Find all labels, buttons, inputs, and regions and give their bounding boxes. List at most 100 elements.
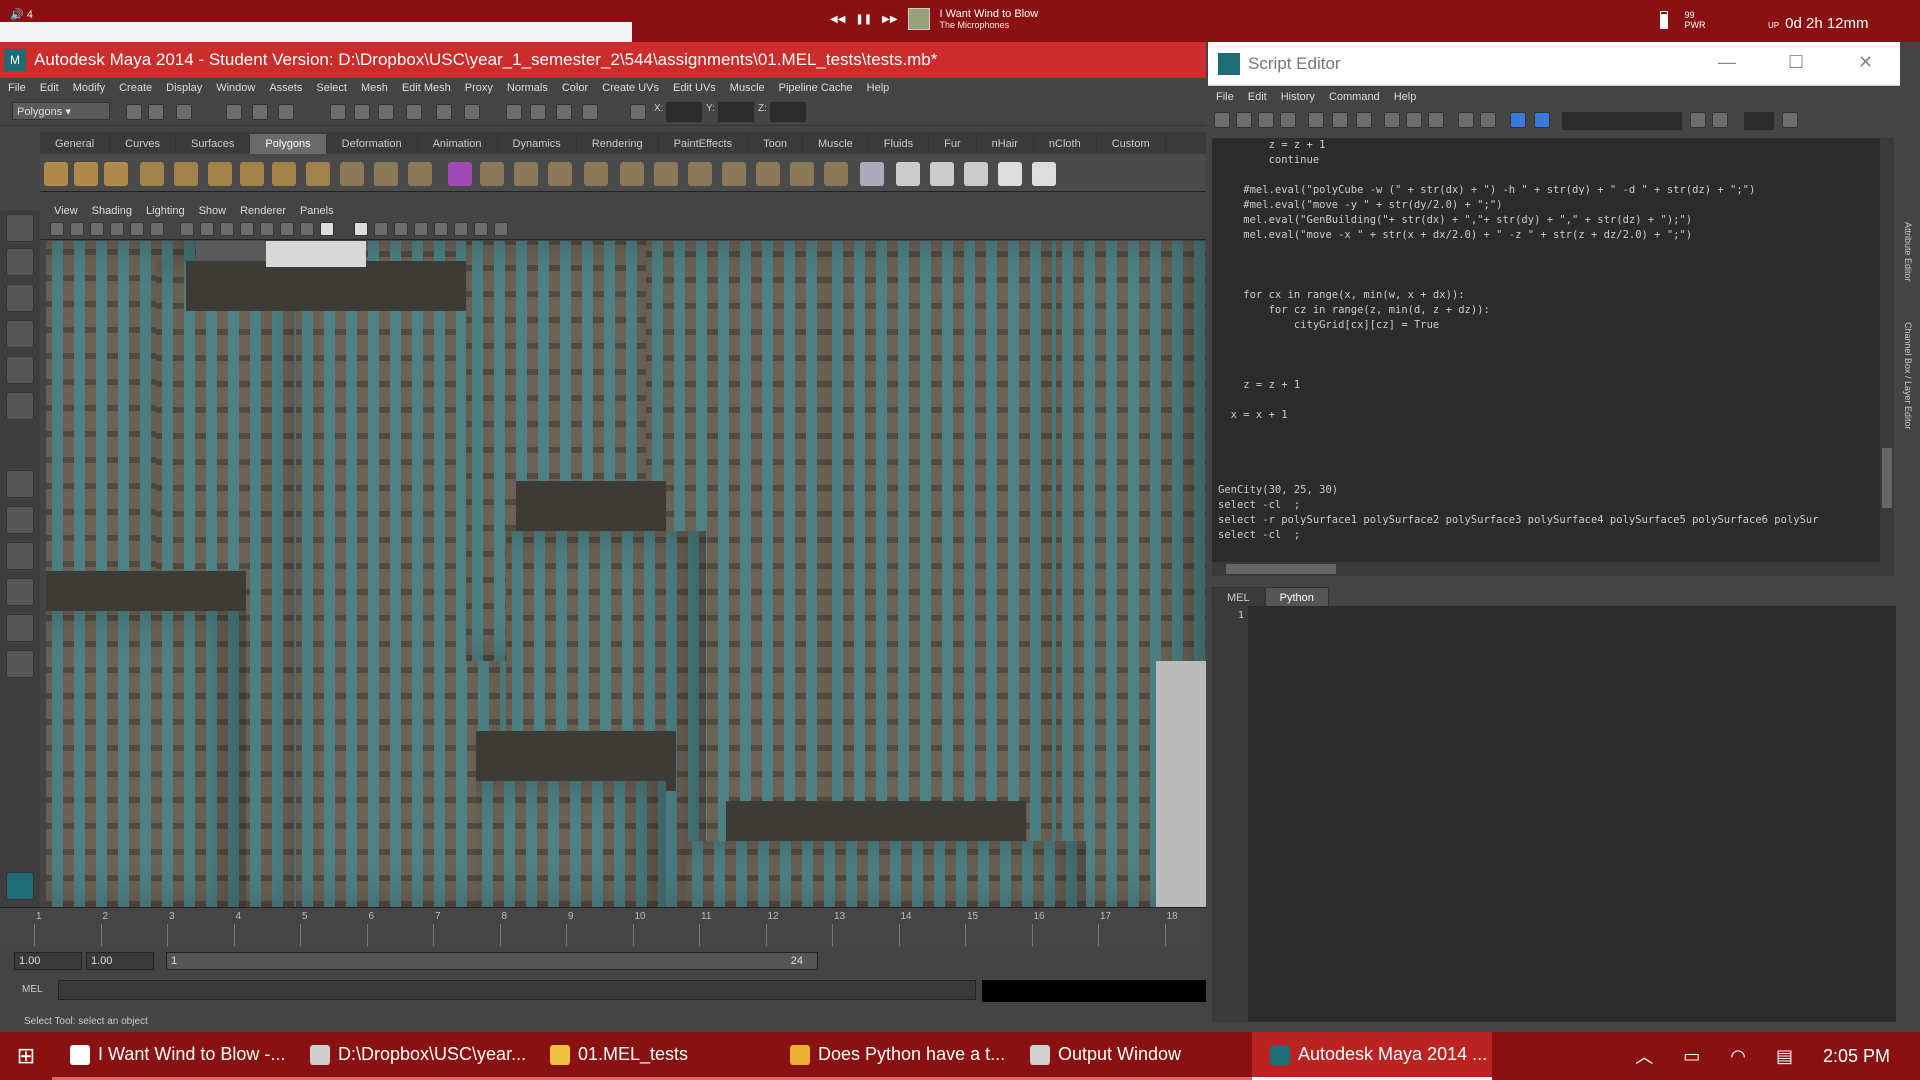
pause-button[interactable]: ❚❚: [855, 14, 872, 25]
clock[interactable]: 2:05 PM: [1823, 1046, 1890, 1067]
menu-item-create[interactable]: Create: [119, 82, 152, 94]
taskbar-item[interactable]: Autodesk Maya 2014 ...: [1252, 1032, 1492, 1080]
viewport-tool-icon[interactable]: [110, 222, 124, 236]
taskbar-item[interactable]: 01.MEL_tests: [532, 1032, 772, 1080]
clear-all-icon[interactable]: [1356, 112, 1372, 128]
taskbar-item[interactable]: D:\Dropbox\USC\year...: [292, 1032, 532, 1080]
layout-single-icon[interactable]: [6, 470, 34, 498]
range-slider-bar[interactable]: 1 24: [166, 952, 818, 970]
open-script-icon[interactable]: [1214, 112, 1230, 128]
select-hierarchy-icon[interactable]: [226, 104, 242, 120]
taskbar-item[interactable]: I Want Wind to Blow -...: [52, 1032, 292, 1080]
render-settings-icon[interactable]: [582, 104, 598, 120]
layout-four-icon[interactable]: [6, 506, 34, 534]
history-horizontal-scrollbar[interactable]: [1212, 562, 1888, 576]
viewport-tool-icon[interactable]: [354, 222, 368, 236]
viewport-tool-icon[interactable]: [240, 222, 254, 236]
shelf-tab-general[interactable]: General: [40, 134, 111, 154]
search-down-icon[interactable]: [1690, 112, 1706, 128]
viewport-menu-shading[interactable]: Shading: [92, 205, 132, 217]
bridge-icon[interactable]: [548, 162, 572, 186]
playback-start-field[interactable]: 1.00: [86, 952, 154, 970]
uv-editor-icon[interactable]: [964, 162, 988, 186]
se-menu-help[interactable]: Help: [1394, 91, 1417, 103]
shelf-tab-muscle[interactable]: Muscle: [803, 134, 869, 154]
collapse-icon[interactable]: [824, 162, 848, 186]
shelf-tab-nhair[interactable]: nHair: [977, 134, 1034, 154]
snap-curve-icon[interactable]: [354, 104, 370, 120]
z-field[interactable]: [770, 102, 806, 122]
start-button[interactable]: ⊞: [0, 1032, 52, 1080]
volume-indicator[interactable]: 🔊 4: [10, 8, 33, 21]
viewport-tool-icon[interactable]: [454, 222, 468, 236]
menu-item-window[interactable]: Window: [216, 82, 255, 94]
viewport-tool-icon[interactable]: [474, 222, 488, 236]
open-scene-icon[interactable]: [148, 104, 164, 120]
viewport-tool-icon[interactable]: [150, 222, 164, 236]
shelf-tab-animation[interactable]: Animation: [418, 134, 498, 154]
append-poly-icon[interactable]: [584, 162, 608, 186]
script-history-output[interactable]: z = z + 1 continue #mel.eval("polyCube -…: [1212, 138, 1888, 562]
shelf-tab-fluids[interactable]: Fluids: [869, 134, 930, 154]
menu-item-assets[interactable]: Assets: [269, 82, 302, 94]
save-to-shelf-icon[interactable]: [1280, 112, 1296, 128]
planar-mapping-icon[interactable]: [860, 162, 884, 186]
insert-edge-loop-icon[interactable]: [688, 162, 712, 186]
smooth-icon[interactable]: [448, 162, 472, 186]
transform-mode-icon[interactable]: [630, 104, 646, 120]
fill-hole-icon[interactable]: [620, 162, 644, 186]
viewport-tool-icon[interactable]: [180, 222, 194, 236]
y-field[interactable]: [718, 102, 754, 122]
se-menu-history[interactable]: History: [1281, 91, 1315, 103]
viewport-tool-icon[interactable]: [374, 222, 388, 236]
poly-prism-icon[interactable]: [240, 162, 264, 186]
snap-point-icon[interactable]: [378, 104, 394, 120]
wifi-icon[interactable]: ◠: [1730, 1046, 1746, 1067]
save-scene-icon[interactable]: [176, 104, 192, 120]
channel-box-tab[interactable]: Channel Box / Layer Editor: [1903, 322, 1913, 430]
viewport-tool-icon[interactable]: [280, 222, 294, 236]
shelf-tab-surfaces[interactable]: Surfaces: [176, 134, 251, 154]
save-script-icon[interactable]: [1258, 112, 1274, 128]
echo-commands-icon[interactable]: [1458, 112, 1474, 128]
separate-icon[interactable]: [374, 162, 398, 186]
viewport-tool-icon[interactable]: [200, 222, 214, 236]
scale-tool-icon[interactable]: [6, 392, 34, 420]
menu-item-create-uvs[interactable]: Create UVs: [602, 82, 659, 94]
show-input-icon[interactable]: [1406, 112, 1422, 128]
layout-persp-outliner-icon[interactable]: [6, 542, 34, 570]
poly-pipe-icon[interactable]: [272, 162, 296, 186]
viewport-tool-icon[interactable]: [320, 222, 334, 236]
viewport-tool-icon[interactable]: [394, 222, 408, 236]
poly-cone-icon[interactable]: [140, 162, 164, 186]
render-view-icon[interactable]: [506, 104, 522, 120]
uv-layout-icon[interactable]: [930, 162, 954, 186]
shelf-tab-toon[interactable]: Toon: [748, 134, 803, 154]
offset-edge-loop-icon[interactable]: [722, 162, 746, 186]
viewport-tool-icon[interactable]: [90, 222, 104, 236]
extrude-icon[interactable]: [514, 162, 538, 186]
shelf-tab-fur[interactable]: Fur: [929, 134, 977, 154]
chevron-up-icon[interactable]: ︿: [1635, 1043, 1653, 1069]
notification-icon[interactable]: ▤: [1776, 1046, 1793, 1067]
snap-surface-icon[interactable]: [436, 104, 452, 120]
show-both-icon[interactable]: [1428, 112, 1444, 128]
mode-dropdown[interactable]: Polygons ▾: [12, 102, 110, 120]
menu-item-help[interactable]: Help: [867, 82, 890, 94]
viewport-tool-icon[interactable]: [130, 222, 144, 236]
menu-item-display[interactable]: Display: [166, 82, 202, 94]
menu-item-modify[interactable]: Modify: [73, 82, 105, 94]
execute-all-icon[interactable]: [1510, 112, 1526, 128]
uv-checker-icon[interactable]: [896, 162, 920, 186]
paint-select-tool-icon[interactable]: [6, 284, 34, 312]
layout-hypershade-icon[interactable]: [6, 614, 34, 642]
boolean-icon[interactable]: [480, 162, 504, 186]
new-scene-icon[interactable]: [126, 104, 142, 120]
source-script-icon[interactable]: [1236, 112, 1252, 128]
viewport-tool-icon[interactable]: [300, 222, 314, 236]
shelf-tab-deformation[interactable]: Deformation: [327, 134, 418, 154]
menu-item-muscle[interactable]: Muscle: [730, 82, 765, 94]
x-field[interactable]: [666, 102, 702, 122]
history-vertical-scrollbar[interactable]: [1880, 138, 1894, 576]
maya-home-icon[interactable]: [6, 872, 34, 900]
